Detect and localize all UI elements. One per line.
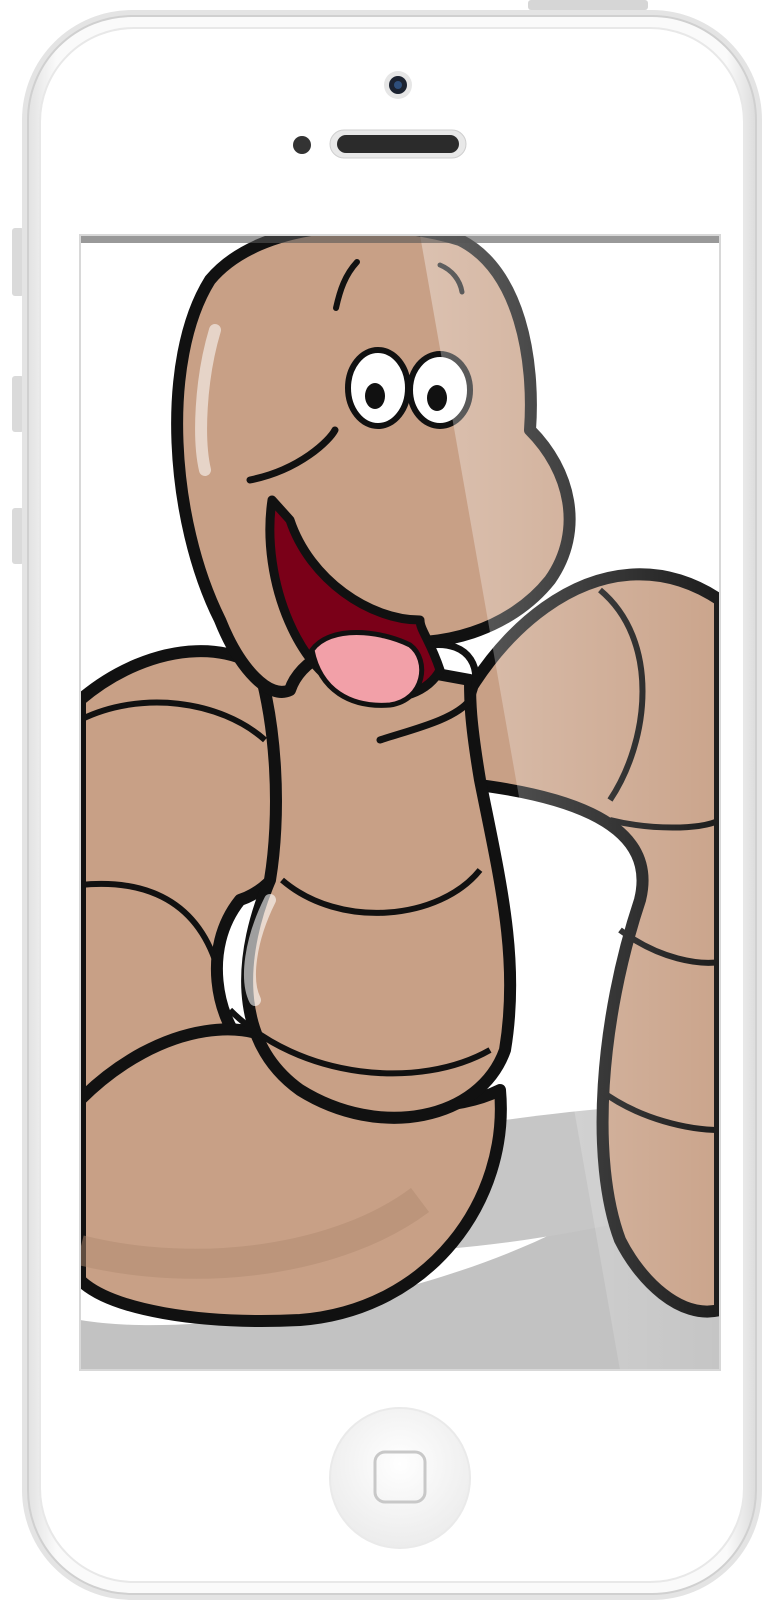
earpiece-speaker-icon bbox=[329, 129, 467, 159]
front-camera-icon bbox=[384, 71, 412, 99]
home-button[interactable] bbox=[329, 1407, 471, 1549]
worm-illustration bbox=[80, 235, 720, 1370]
phone-frame bbox=[0, 0, 772, 1608]
power-button[interactable] bbox=[528, 0, 648, 10]
proximity-sensor-icon bbox=[293, 136, 311, 154]
